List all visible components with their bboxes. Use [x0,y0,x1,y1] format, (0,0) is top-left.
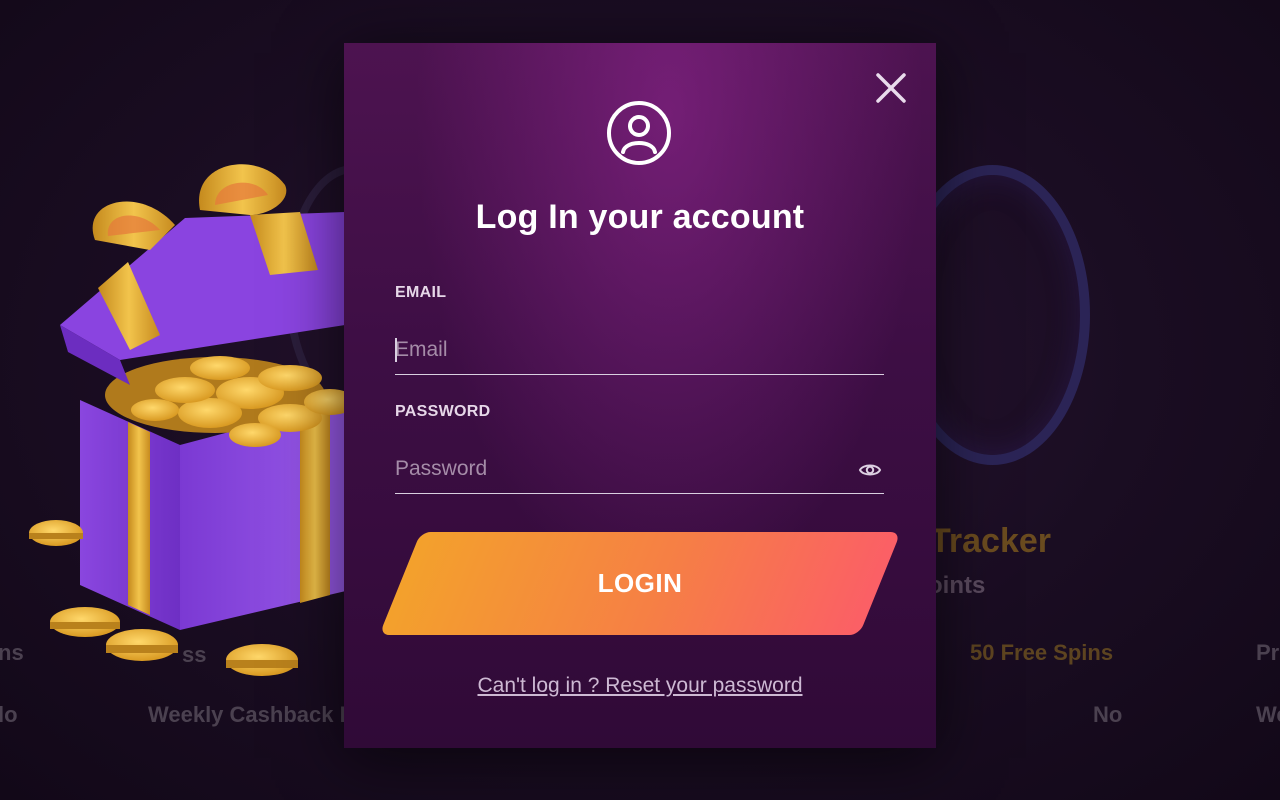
gift-box-illustration [29,164,356,676]
page-title: Log In your account [475,198,805,236]
background-feature-subtitle: oints [928,572,986,599]
user-circle-icon [607,101,671,165]
email-field[interactable] [395,326,884,374]
background-cell: We [1256,702,1280,727]
eye-icon [858,464,882,476]
login-modal: Log In your account EMAIL PASSWORD LOGIN… [344,43,936,748]
email-field-wrapper [395,326,884,375]
close-icon [876,73,906,103]
password-field[interactable] [395,445,884,493]
text-cursor [395,338,397,362]
login-button[interactable] [379,532,901,635]
email-label: EMAIL [395,284,447,301]
password-label: PASSWORD [395,403,491,420]
password-field-wrapper [395,445,884,494]
close-button[interactable] [874,71,908,105]
show-password-button[interactable] [858,458,882,482]
reset-password-link[interactable]: Can't log in ? Reset your password [344,674,936,698]
background-feature-title: Tracker [930,522,1051,560]
background-cell: 50 Free Spins [970,640,1114,665]
background-cell: Pr [1256,640,1280,665]
background-cell: No [1093,702,1123,727]
